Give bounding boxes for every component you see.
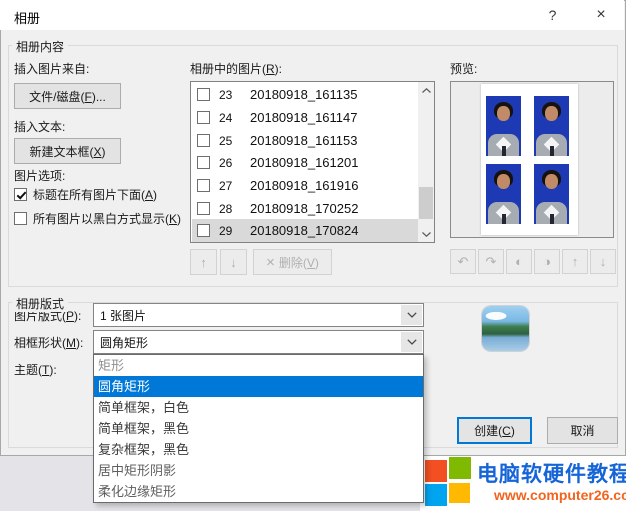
watermark: 电脑软硬件教程网 www.computer26.com: [420, 456, 626, 511]
item-checkbox[interactable]: [197, 202, 210, 215]
up-arrow-icon: ↑: [200, 255, 207, 270]
frame-shape-dropdown-list: 矩形 圆角矩形 简单框架，白色 简单框架，黑色 复杂框架，黑色 居中矩形阴影 柔…: [93, 354, 424, 503]
picture-options-label: 图片选项:: [14, 167, 65, 184]
frame-shape-value: 圆角矩形: [100, 334, 148, 351]
grayscale-checkbox-label: 所有图片以黑白方式显示(K): [33, 210, 181, 227]
watermark-site-url: www.computer26.com: [494, 487, 626, 503]
create-button[interactable]: 创建(C): [457, 417, 532, 444]
brightness-down-button[interactable]: ↓: [590, 249, 616, 274]
watermark-site-name: 电脑软硬件教程网: [477, 458, 626, 488]
windows-logo-tile-blue: [425, 484, 447, 506]
help-button[interactable]: ?: [530, 0, 575, 30]
checkbox-unchecked-icon[interactable]: [14, 212, 27, 225]
grayscale-pictures-checkbox[interactable]: 所有图片以黑白方式显示(K): [14, 210, 181, 227]
windows-logo-tile-yellow: [449, 483, 470, 503]
album-content-group-label: 相册内容: [12, 38, 68, 55]
photo-album-dialog-screenshot: 电脑软硬件教程网 www.computer26.com 相册 ? × 相册内容 …: [0, 0, 626, 511]
scrollbar-thumb[interactable]: [419, 187, 433, 219]
brightness-up-button[interactable]: ↑: [562, 249, 588, 274]
move-down-button[interactable]: ↓: [220, 249, 247, 275]
captions-below-pictures-checkbox[interactable]: 标题在所有图片下面(A): [14, 186, 157, 203]
list-item-selected[interactable]: 29 20180918_170824: [192, 219, 418, 242]
close-button[interactable]: ×: [578, 0, 624, 30]
frame-shape-label: 相框形状(M):: [14, 334, 83, 351]
contrast-down-button[interactable]: ◑: [534, 249, 560, 274]
list-scrollbar[interactable]: [418, 82, 434, 242]
scrollbar-up-icon[interactable]: [418, 82, 434, 98]
item-checkbox[interactable]: [197, 156, 210, 169]
captions-checkbox-label: 标题在所有图片下面(A): [33, 186, 157, 203]
theme-label: 主题(T):: [14, 361, 57, 378]
list-item[interactable]: 28 20180918_170252: [192, 197, 418, 220]
preview-label: 预览:: [450, 60, 477, 77]
passport-photo: [486, 96, 521, 156]
album-layout-group-label: 相册版式: [12, 295, 68, 312]
item-checkbox[interactable]: [197, 111, 210, 124]
list-item[interactable]: 24 20180918_161147: [192, 106, 418, 129]
rotate-right-button[interactable]: ↷: [478, 249, 504, 274]
item-checkbox[interactable]: [197, 88, 210, 101]
contrast-up-icon: ◐: [515, 254, 523, 269]
picture-layout-combobox[interactable]: 1 张图片: [93, 303, 424, 327]
item-checkbox[interactable]: [197, 224, 210, 237]
delete-button[interactable]: × 删除(V): [253, 249, 332, 275]
delete-button-label: 删除(V): [279, 254, 319, 271]
dropdown-option[interactable]: 柔化边缘矩形: [94, 481, 423, 502]
scrollbar-down-icon[interactable]: [418, 226, 434, 242]
list-item[interactable]: 27 20180918_161916: [192, 174, 418, 197]
list-item[interactable]: 23 20180918_161135: [192, 83, 418, 106]
brightness-up-icon: ↑: [572, 254, 579, 269]
dropdown-option[interactable]: 简单框架，白色: [94, 397, 423, 418]
chevron-down-icon[interactable]: [401, 332, 422, 352]
pictures-in-album-label: 相册中的图片(R):: [190, 60, 282, 77]
frame-shape-combobox[interactable]: 圆角矩形: [93, 330, 424, 354]
file-disk-button[interactable]: 文件/磁盘(F)...: [14, 83, 121, 109]
preview-box: [450, 81, 614, 238]
down-arrow-icon: ↓: [230, 255, 237, 270]
list-item[interactable]: 25 20180918_161153: [192, 129, 418, 152]
passport-photo: [534, 164, 569, 224]
insert-from-label: 插入图片来自:: [14, 60, 89, 77]
item-checkbox[interactable]: [197, 134, 210, 147]
rotate-right-icon: ↷: [486, 254, 497, 270]
delete-x-icon: ×: [266, 255, 275, 270]
new-textbox-button[interactable]: 新建文本框(X): [14, 138, 121, 164]
item-checkbox[interactable]: [197, 179, 210, 192]
dropdown-option[interactable]: 居中矩形阴影: [94, 460, 423, 481]
preview-slide: [481, 84, 578, 235]
dropdown-option[interactable]: 简单框架，黑色: [94, 418, 423, 439]
contrast-up-button[interactable]: ◐: [506, 249, 532, 274]
dialog-title: 相册: [14, 8, 40, 27]
list-item[interactable]: 26 20180918_161201: [192, 151, 418, 174]
passport-photo: [486, 164, 521, 224]
passport-photo: [534, 96, 569, 156]
brightness-down-icon: ↓: [600, 254, 607, 269]
rotate-left-button[interactable]: ↶: [450, 249, 476, 274]
rotate-left-icon: ↶: [458, 254, 469, 270]
contrast-down-icon: ◑: [543, 254, 551, 269]
dropdown-option-selected[interactable]: 圆角矩形: [94, 376, 423, 397]
insert-text-label: 插入文本:: [14, 118, 65, 135]
dropdown-option[interactable]: 矩形: [94, 355, 423, 376]
dropdown-option[interactable]: 复杂框架，黑色: [94, 439, 423, 460]
checkbox-checked-icon[interactable]: [14, 188, 27, 201]
move-up-button[interactable]: ↑: [190, 249, 217, 275]
titlebar: 相册 ? ×: [0, 0, 624, 30]
theme-thumbnail-image: [482, 306, 529, 351]
windows-logo-tile-green: [449, 457, 471, 479]
picture-layout-value: 1 张图片: [100, 307, 146, 324]
windows-logo-tile-orange: [425, 460, 447, 482]
pictures-list[interactable]: 23 20180918_161135 24 20180918_161147 25…: [190, 81, 435, 243]
cancel-button[interactable]: 取消: [547, 417, 618, 444]
chevron-down-icon[interactable]: [401, 305, 422, 325]
